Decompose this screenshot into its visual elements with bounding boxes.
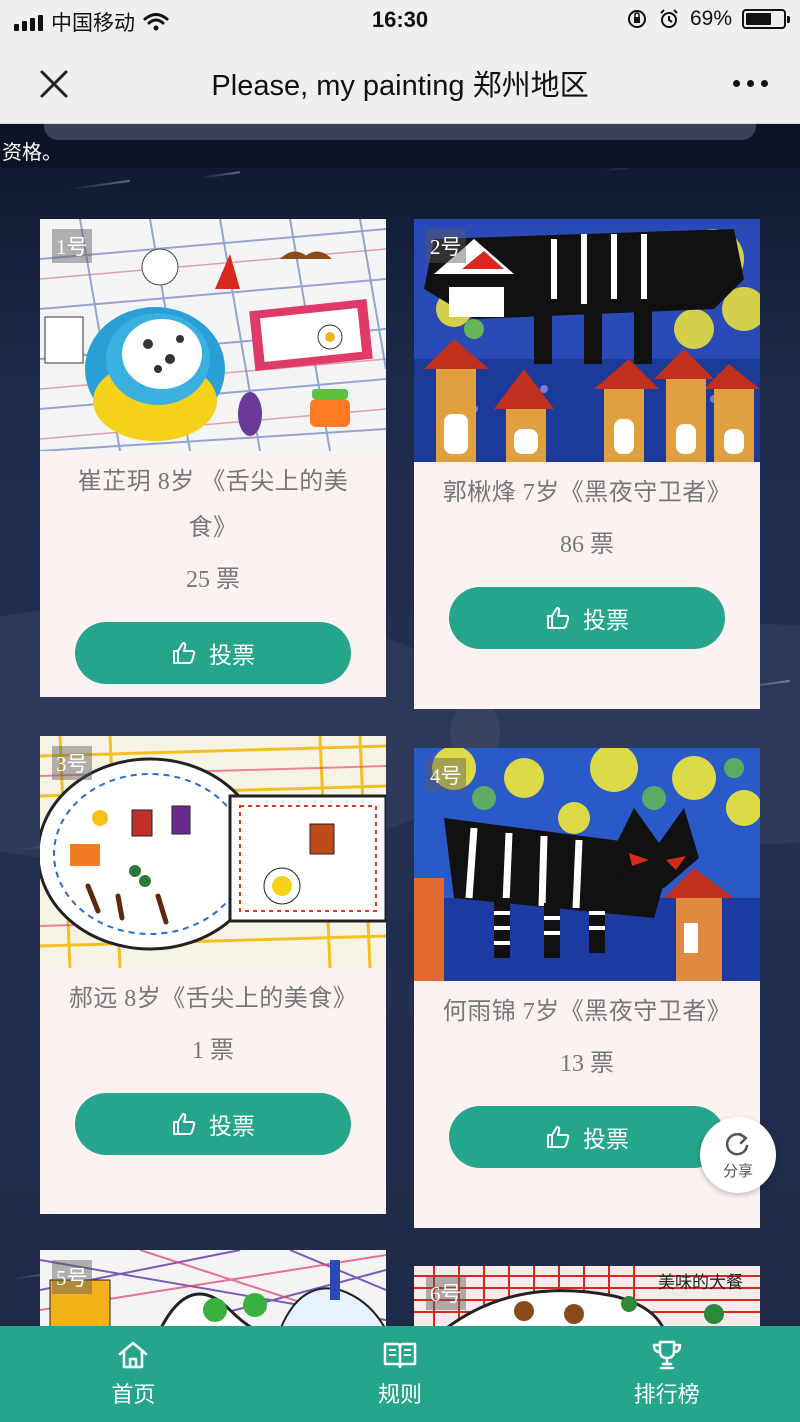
entry-number: 4号 bbox=[426, 758, 466, 792]
entry-card: 美味的大餐 6号 bbox=[414, 1266, 760, 1330]
close-icon bbox=[40, 70, 68, 98]
entry-number: 5号 bbox=[52, 1260, 92, 1294]
thumbs-up-icon bbox=[173, 642, 196, 664]
share-button[interactable]: 分享 bbox=[700, 1117, 776, 1193]
more-dot bbox=[760, 79, 768, 87]
entry-title: 崔芷玥 8岁 《舌尖上的美食》 bbox=[77, 469, 349, 541]
entry-painting[interactable]: 美味的大餐 6号 bbox=[414, 1266, 760, 1330]
painting-text: 美味的大餐 bbox=[658, 1273, 743, 1293]
entry-number: 2号 bbox=[426, 229, 466, 263]
painting-image bbox=[414, 219, 760, 462]
tab-ranking[interactable]: 排行榜 bbox=[533, 1326, 800, 1422]
bottom-tab-bar: 首页 规则 排行榜 bbox=[0, 1326, 800, 1422]
vote-button-label: 投票 bbox=[583, 1126, 629, 1152]
painting-image bbox=[414, 748, 760, 981]
top-strip-pill bbox=[44, 124, 756, 140]
entry-number: 1号 bbox=[52, 229, 92, 263]
tab-rules[interactable]: 规则 bbox=[267, 1326, 534, 1422]
entry-painting[interactable]: 1号 bbox=[40, 219, 386, 451]
trophy-icon bbox=[652, 1340, 681, 1370]
share-label: 分享 bbox=[722, 1161, 753, 1180]
more-dot bbox=[732, 79, 740, 87]
vote-button-label: 投票 bbox=[209, 1113, 255, 1139]
vote-button[interactable]: 投票 bbox=[75, 1093, 351, 1155]
entry-number: 6号 bbox=[426, 1276, 466, 1310]
entry-number: 3号 bbox=[52, 746, 92, 780]
entry-painting[interactable]: 2号 bbox=[414, 219, 760, 462]
thumbs-up-icon bbox=[547, 1126, 570, 1148]
alarm-icon bbox=[660, 9, 678, 28]
entry-card: 5号 bbox=[40, 1250, 386, 1330]
battery-fill bbox=[746, 13, 771, 25]
thumbs-up-icon bbox=[173, 1113, 196, 1135]
vote-button[interactable]: 投票 bbox=[449, 587, 725, 649]
status-right: 69% bbox=[626, 7, 790, 31]
orientation-lock-icon bbox=[627, 10, 646, 28]
entry-card: 1号 崔芷玥 8岁 《舌尖上的美食》 25 票 投票 bbox=[40, 219, 386, 697]
painting-image bbox=[40, 736, 386, 968]
tab-label: 排行榜 bbox=[633, 1382, 700, 1407]
battery-percent: 69% bbox=[689, 7, 732, 30]
more-dot bbox=[746, 79, 754, 87]
entry-title: 郭楸烽 7岁《黑夜守卫者》 bbox=[442, 480, 732, 506]
top-strip: 资格。 bbox=[0, 124, 800, 168]
star-streak bbox=[200, 171, 240, 179]
top-strip-text: 资格。 bbox=[2, 142, 62, 164]
painting-image bbox=[40, 219, 386, 451]
entry-painting[interactable]: 4号 bbox=[414, 748, 760, 981]
nav-bar: Please, my painting 郑州地区 bbox=[0, 40, 800, 124]
tab-label: 首页 bbox=[111, 1382, 156, 1407]
entry-card: 3号 郝远 8岁《舌尖上的美食》 1 票 投票 bbox=[40, 736, 386, 1214]
painting-image bbox=[40, 1250, 386, 1330]
more-button[interactable] bbox=[728, 68, 772, 98]
painting-image: 美味的大餐 bbox=[414, 1266, 760, 1330]
entry-title: 何雨锦 7岁《黑夜守卫者》 bbox=[442, 999, 732, 1025]
vote-button-label: 投票 bbox=[583, 607, 629, 633]
tab-label: 规则 bbox=[378, 1382, 423, 1407]
star-streak bbox=[70, 179, 130, 191]
entry-painting[interactable]: 5号 bbox=[40, 1250, 386, 1330]
page-title: Please, my painting 郑州地区 bbox=[211, 70, 589, 102]
battery-icon bbox=[742, 9, 790, 29]
vote-button[interactable]: 投票 bbox=[449, 1106, 725, 1168]
vote-button-label: 投票 bbox=[209, 642, 255, 668]
close-button[interactable] bbox=[32, 62, 76, 106]
thumbs-up-icon bbox=[547, 607, 570, 629]
entry-votes: 86 票 bbox=[560, 532, 614, 558]
status-bar: 中国移动 16:30 69% bbox=[0, 0, 800, 40]
tab-home[interactable]: 首页 bbox=[0, 1326, 267, 1422]
entry-title: 郝远 8岁《舌尖上的美食》 bbox=[68, 986, 358, 1012]
share-icon bbox=[725, 1132, 749, 1155]
entry-votes: 13 票 bbox=[560, 1051, 614, 1077]
entry-card: 2号 郭楸烽 7岁《黑夜守卫者》 86 票 投票 bbox=[414, 219, 760, 709]
home-icon bbox=[119, 1341, 148, 1369]
entry-votes: 1 票 bbox=[192, 1038, 234, 1064]
entry-painting[interactable]: 3号 bbox=[40, 736, 386, 968]
entry-votes: 25 票 bbox=[186, 567, 240, 593]
book-icon bbox=[383, 1342, 417, 1369]
vote-button[interactable]: 投票 bbox=[75, 622, 351, 684]
